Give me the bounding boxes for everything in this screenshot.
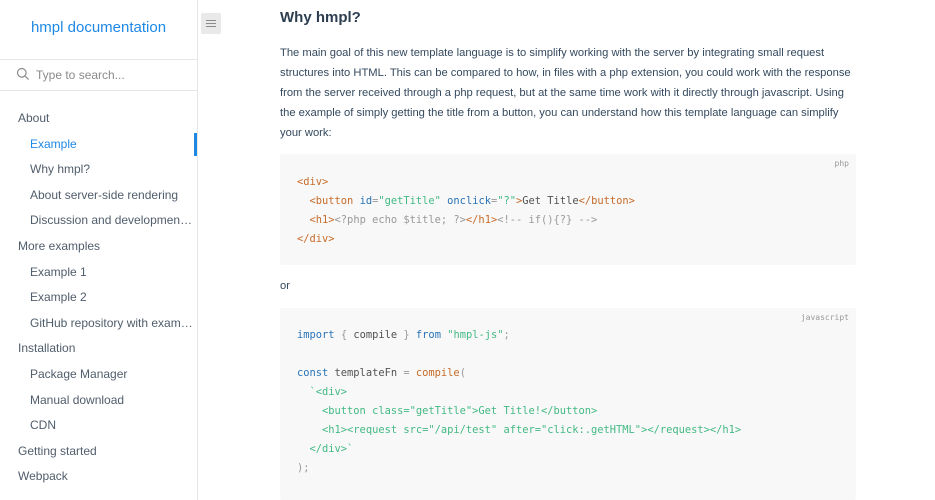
code-token: templateFn (328, 367, 404, 379)
code-token: <h1><request src="/api/test" after="clic… (297, 424, 742, 436)
search-bar (0, 59, 197, 91)
intro-paragraph: The main goal of this new template langu… (280, 47, 851, 139)
sidebar-item[interactable]: Webpack (0, 464, 197, 490)
code-line: <div> (297, 173, 635, 192)
code-line: const templateFn = compile( (297, 364, 741, 383)
code-token: const (297, 367, 329, 379)
app-name-link[interactable]: hmpl documentation (0, 19, 197, 36)
search-input[interactable] (36, 66, 186, 84)
code-line: <h1><request src="/api/test" after="clic… (297, 421, 741, 440)
sidebar-item[interactable]: Manual download (0, 388, 197, 414)
code-token: id (359, 195, 373, 207)
code-lang-label: php (834, 159, 849, 168)
code-line: import { compile } from "hmpl-js"; (297, 326, 741, 345)
code-line: <h1><?php echo $title; ?></h1><!-- if(){… (297, 211, 635, 230)
sidebar-item[interactable]: About server-side rendering (0, 183, 197, 209)
code-token: Get Title (522, 195, 579, 207)
menu-toggle-icon-line (206, 23, 216, 24)
sidebar-item[interactable]: More examples (0, 234, 197, 260)
code-token: `<div> (309, 386, 348, 398)
code-token: </button> (578, 195, 635, 207)
code-token: ; (503, 329, 510, 341)
sidebar-item[interactable]: GitHub repository with examples (0, 311, 197, 337)
sidebar-item[interactable]: Example 2 (0, 285, 197, 311)
code-line: <button class="getTitle">Get Title!</but… (297, 402, 741, 421)
section-heading: Why hmpl? (280, 9, 361, 26)
sidebar-nav: About Example Why hmpl? About server-side r… (0, 106, 197, 490)
sidebar-item[interactable]: Example 1 (0, 260, 197, 286)
menu-toggle-button[interactable] (201, 13, 221, 34)
code-php: <div> <button id="getTitle" onclick="?">… (297, 173, 635, 249)
code-token: </div> (297, 233, 335, 245)
code-js: import { compile } from "hmpl-js"; const … (297, 326, 741, 478)
code-token: ); (297, 462, 310, 474)
code-token: <div> (297, 176, 329, 188)
code-token: </h1> (465, 214, 498, 226)
code-block-php: php <div> <button id="getTitle" onclick=… (280, 154, 856, 265)
code-token: import (297, 329, 335, 341)
search-icon (16, 67, 30, 81)
code-token: <button (309, 195, 360, 207)
code-token: "?" (497, 195, 517, 207)
code-token: </div>` (297, 443, 354, 455)
sidebar-item[interactable]: Getting started (0, 439, 197, 465)
code-token: onclick (447, 195, 491, 207)
code-token: from (415, 329, 441, 341)
code-token: "getTitle" (378, 195, 441, 207)
sidebar-item[interactable]: About (0, 106, 197, 132)
code-line: <button id="getTitle" onclick="?">Get Ti… (297, 192, 635, 211)
code-line: </div> (297, 230, 635, 249)
code-line: `<div> (297, 383, 741, 402)
code-token: compile (415, 367, 460, 379)
code-line: </div>` (297, 440, 741, 459)
code-token: <button class="getTitle">Get Title!</but… (297, 405, 598, 417)
code-token: <h1> (309, 214, 335, 226)
code-lang-label: javascript (800, 313, 849, 322)
sidebar-item[interactable]: Example (0, 132, 197, 158)
sidebar-item[interactable]: CDN (0, 413, 197, 439)
code-block-js: javascript import { compile } from "hmpl… (280, 308, 856, 500)
or-text: or (280, 280, 290, 292)
code-token: <!-- if(){?} --> (497, 214, 598, 226)
sidebar-item[interactable]: Discussion and development of a library (0, 208, 197, 234)
sidebar: hmpl documentation AboutExampleWhy hmpl?… (0, 0, 198, 500)
sidebar-item[interactable]: Installation (0, 336, 197, 362)
menu-toggle-icon (206, 20, 216, 21)
code-token: <?php echo $title; ?> (334, 214, 466, 226)
sidebar-item[interactable]: Why hmpl? (0, 157, 197, 183)
code-token: "hmpl-js" (447, 329, 504, 341)
code-line: ); (297, 459, 741, 478)
code-token: ( (459, 367, 466, 379)
sidebar-item[interactable]: Package Manager (0, 362, 197, 388)
menu-toggle-icon-line (206, 26, 216, 27)
code-token: compile (347, 329, 404, 341)
